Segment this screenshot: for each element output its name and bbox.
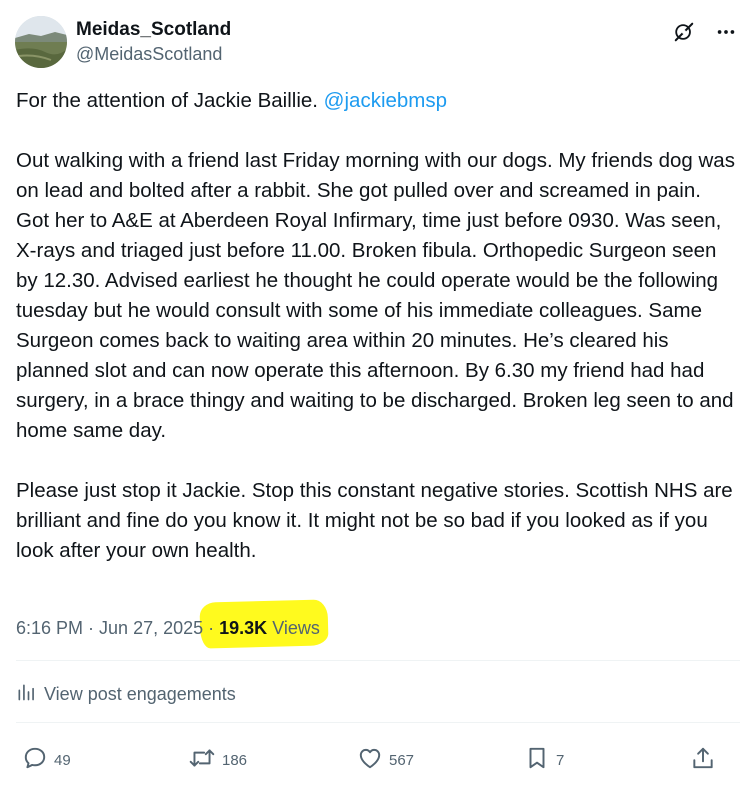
bookmark-button[interactable]: 7 (524, 742, 564, 778)
reply-button[interactable]: 49 (22, 742, 71, 778)
avatar[interactable] (15, 16, 67, 68)
post-date[interactable]: Jun 27, 2025 (99, 618, 203, 638)
repost-count: 186 (222, 751, 248, 769)
share-icon (690, 745, 716, 775)
bookmark-count: 7 (556, 751, 565, 769)
divider (16, 722, 740, 723)
divider (16, 660, 740, 661)
share-button[interactable] (690, 742, 716, 778)
display-name[interactable]: Meidas_Scotland (76, 18, 231, 42)
repost-button[interactable]: 186 (188, 742, 247, 778)
action-bar: 49 186 567 7 (16, 742, 720, 778)
bookmark-icon (524, 745, 550, 775)
post-intro: For the attention of Jackie Baillie. (16, 89, 324, 112)
repost-icon (188, 745, 216, 775)
post-paragraph-2: Out walking with a friend last Friday mo… (16, 149, 741, 442)
analytics-icon (16, 682, 36, 707)
post-header: Meidas_Scotland @MeidasScotland (15, 16, 740, 70)
meta-separator: · (83, 618, 100, 638)
heart-icon (357, 745, 383, 775)
views-count[interactable]: 19.3K (219, 618, 267, 638)
post-meta: 6:16 PM · Jun 27, 2025 · 19.3K Views (16, 614, 320, 642)
view-engagements-link[interactable]: View post engagements (16, 682, 236, 707)
header-actions (670, 18, 740, 46)
post-text: For the attention of Jackie Baillie. @ja… (16, 86, 736, 566)
post-line-1: For the attention of Jackie Baillie. @ja… (16, 86, 736, 116)
post-paragraph-3: Please just stop it Jackie. Stop this co… (16, 479, 739, 562)
grok-icon[interactable] (670, 18, 698, 46)
like-count: 567 (389, 751, 415, 769)
engagements-label: View post engagements (44, 684, 236, 704)
mention-link[interactable]: @jackiebmsp (324, 89, 447, 112)
post-time[interactable]: 6:16 PM (16, 618, 83, 638)
views-label: Views (267, 618, 320, 638)
meta-separator: · (203, 618, 220, 638)
reply-icon (22, 745, 48, 775)
author-names: Meidas_Scotland @MeidasScotland (76, 18, 231, 66)
reply-count: 49 (54, 751, 71, 769)
more-icon[interactable] (712, 18, 740, 46)
like-button[interactable]: 567 (357, 742, 414, 778)
handle[interactable]: @MeidasScotland (76, 42, 231, 66)
